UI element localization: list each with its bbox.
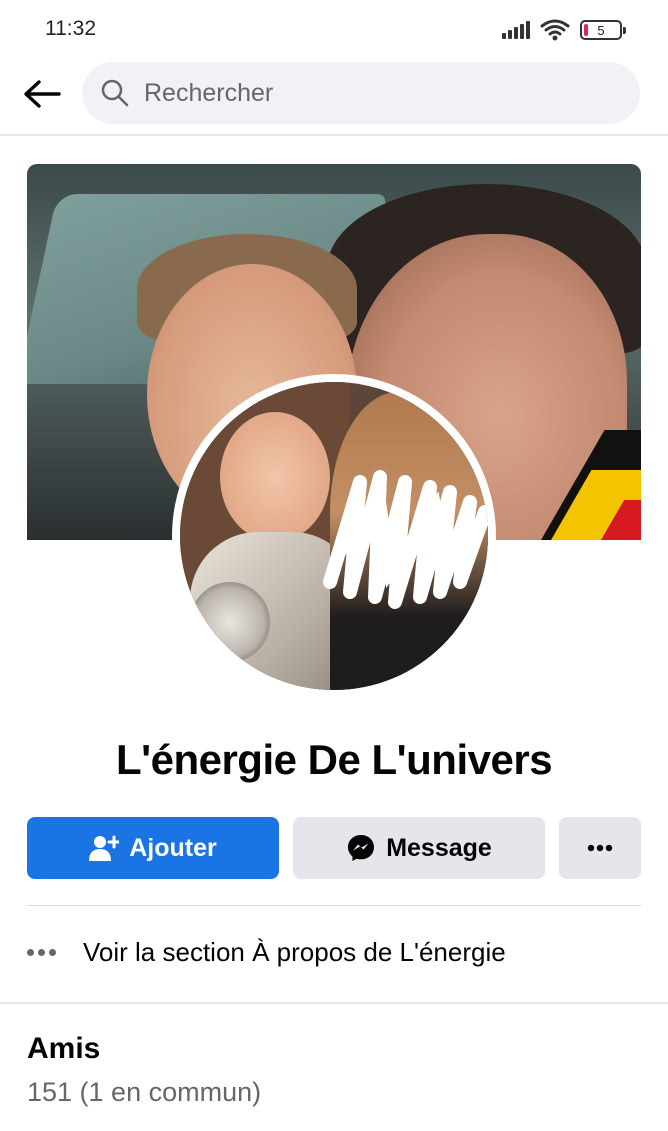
message-label: Message	[386, 833, 492, 862]
add-friend-icon	[89, 835, 120, 861]
friends-count: 151 (1 en commun)	[27, 1077, 262, 1107]
top-nav	[0, 60, 668, 136]
profile-picture-frame	[172, 374, 496, 698]
arrow-left-icon	[24, 80, 61, 108]
battery-icon: 5	[580, 20, 626, 40]
message-button[interactable]: Message	[293, 817, 545, 879]
signal-icon	[502, 21, 530, 39]
friends-title[interactable]: Amis	[27, 1032, 100, 1066]
messenger-icon	[346, 833, 376, 863]
section-divider	[0, 1002, 668, 1004]
back-button[interactable]	[20, 74, 64, 114]
status-time: 11:32	[45, 17, 96, 40]
wifi-icon	[540, 19, 570, 41]
profile-picture[interactable]	[180, 382, 488, 690]
search-icon	[101, 79, 129, 107]
search-input[interactable]	[144, 78, 584, 108]
more-dots-icon	[27, 948, 61, 956]
more-options-button[interactable]	[559, 817, 641, 879]
add-friend-button[interactable]: Ajouter	[27, 817, 279, 879]
add-friend-label: Ajouter	[129, 833, 217, 862]
about-section-link[interactable]: Voir la section À propos de L'énergie	[27, 920, 641, 984]
profile-name: L'énergie De L'univers	[115, 736, 553, 783]
redaction-scribble	[323, 470, 488, 609]
status-icons: 5	[502, 18, 626, 42]
divider	[27, 905, 641, 906]
profile-actions: Ajouter Message	[27, 817, 641, 879]
status-bar: 11:32 5	[0, 0, 668, 60]
more-icon	[587, 844, 613, 852]
search-box[interactable]	[82, 62, 640, 124]
about-section-text: Voir la section À propos de L'énergie	[83, 936, 506, 967]
battery-level: 5	[597, 22, 605, 38]
